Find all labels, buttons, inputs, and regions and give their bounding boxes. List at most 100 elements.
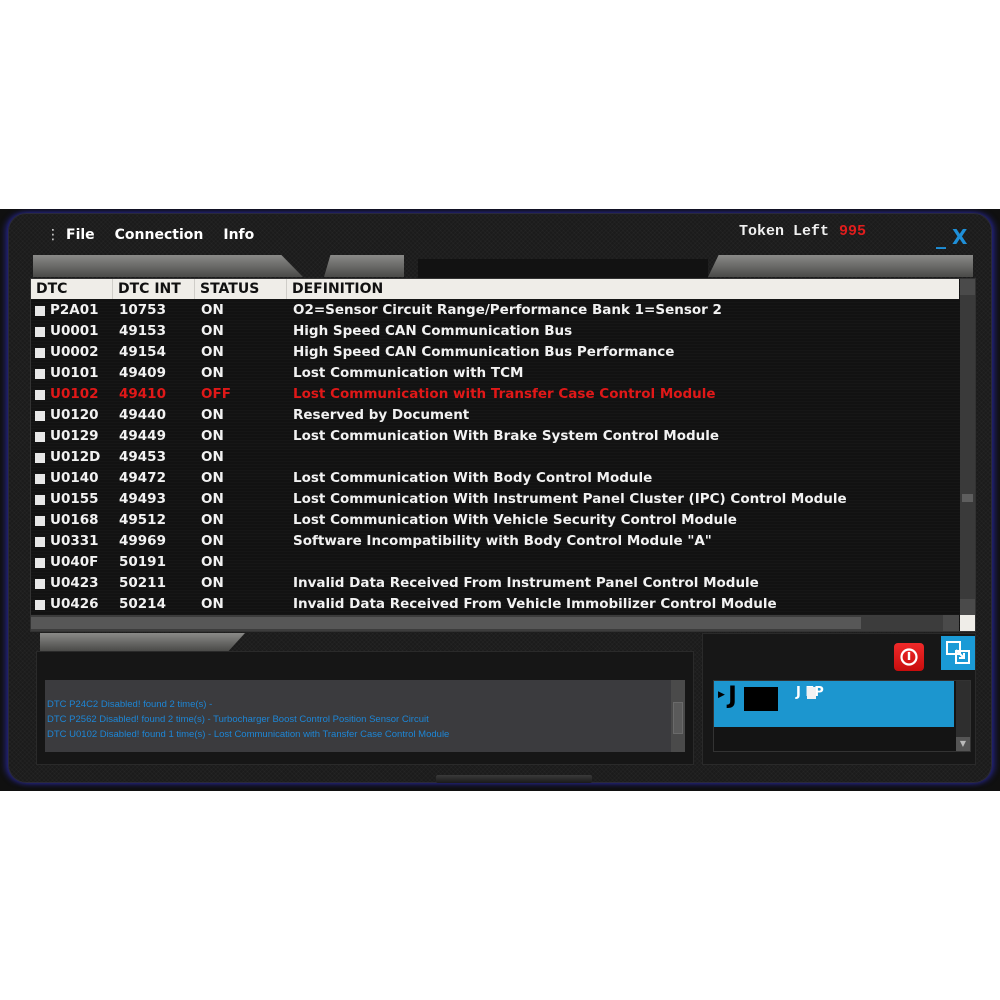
- row-checkbox[interactable]: [35, 494, 45, 505]
- dtc-int-cell: 49512: [119, 512, 166, 528]
- definition-cell: Lost Communication with TCM: [293, 365, 524, 381]
- menu-info[interactable]: Info: [223, 227, 254, 243]
- scroll-down-button[interactable]: [960, 599, 975, 615]
- table-row[interactable]: U0331 49969 ON Software Incompatibility wit…: [31, 531, 959, 552]
- menu-file[interactable]: File: [66, 227, 95, 243]
- status-cell: ON: [201, 302, 224, 318]
- vehicle-list-item[interactable]: ▶ J p J EP: [714, 681, 954, 727]
- dtc-cell: U0120: [31, 405, 113, 426]
- log-line: DTC U0102 Disabled! found 1 time(s) - Lo…: [47, 729, 450, 740]
- dtc-code: U0002: [50, 344, 99, 360]
- row-checkbox[interactable]: [35, 410, 45, 421]
- row-checkbox[interactable]: [35, 557, 45, 568]
- table-row[interactable]: U0423 50211 ON Invalid Data Received From I…: [31, 573, 959, 594]
- expand-arrow-icon[interactable]: ▶: [718, 690, 725, 700]
- resize-window-icon: [946, 641, 970, 664]
- column-header-dtc[interactable]: DTC: [31, 279, 113, 299]
- dtc-cell: U040F: [31, 552, 113, 573]
- status-cell: ON: [201, 533, 224, 549]
- table-row[interactable]: U0001 49153 ON High Speed CAN Communication…: [31, 321, 959, 342]
- horizontal-scrollbar[interactable]: [31, 615, 959, 631]
- minimize-button[interactable]: _: [936, 225, 946, 249]
- vehicle-list: ▶ J p J EP ▼: [713, 680, 971, 752]
- table-row[interactable]: U012D 49453 ON: [31, 447, 959, 468]
- column-header-dtc-int[interactable]: DTC INT: [113, 279, 195, 299]
- table-row[interactable]: U0002 49154 ON High Speed CAN Communication…: [31, 342, 959, 363]
- table-row[interactable]: U0140 49472 ON Lost Communication With Body…: [31, 468, 959, 489]
- log-scrollbar[interactable]: [671, 680, 685, 752]
- dtc-code: U0168: [50, 512, 99, 528]
- status-cell: ON: [201, 323, 224, 339]
- table-row[interactable]: P2A01 10753 ON O2=Sensor Circuit Range/Perf…: [31, 300, 959, 321]
- decorative-bevel: [708, 255, 973, 277]
- definition-cell: Software Incompatibility with Body Contr…: [293, 533, 712, 549]
- row-checkbox[interactable]: [35, 326, 45, 337]
- dtc-cell: U0102: [31, 384, 113, 405]
- decorative-band: [418, 259, 708, 279]
- expand-window-button[interactable]: [941, 636, 975, 670]
- dtc-int-cell: 49472: [119, 470, 166, 486]
- status-cell: ON: [201, 575, 224, 591]
- scroll-corner: [960, 615, 975, 631]
- row-checkbox[interactable]: [35, 578, 45, 589]
- row-checkbox[interactable]: [35, 473, 45, 484]
- table-row[interactable]: U0155 49493 ON Lost Communication With Inst…: [31, 489, 959, 510]
- definition-cell: O2=Sensor Circuit Range/Performance Bank…: [293, 302, 722, 318]
- definition-cell: [287, 552, 959, 573]
- window-controls: _ X: [936, 225, 967, 249]
- log-panel: DTC P24C2 Disabled! found 2 time(s) - DT…: [36, 651, 694, 765]
- grip-icon: ⋮: [46, 227, 60, 243]
- log-line: DTC P24C2 Disabled! found 2 time(s) -: [47, 699, 213, 710]
- status-cell: ON: [201, 470, 224, 486]
- scroll-right-button[interactable]: [943, 615, 959, 631]
- decorative-bevel: [324, 255, 404, 277]
- window-frame: ⋮ File Connection Info Token Left 995 _ X…: [8, 213, 992, 783]
- vehicle-list-scrollbar[interactable]: ▼: [956, 681, 970, 751]
- scroll-down-button[interactable]: ▼: [956, 737, 970, 751]
- row-checkbox[interactable]: [35, 431, 45, 442]
- table-row[interactable]: U0101 49409 ON Lost Communication with TCM: [31, 363, 959, 384]
- log-lines: DTC P24C2 Disabled! found 2 time(s) - DT…: [45, 697, 449, 742]
- row-checkbox[interactable]: [35, 599, 45, 610]
- column-header-definition[interactable]: DEFINITION: [287, 279, 959, 299]
- status-cell: ON: [201, 344, 224, 360]
- power-button[interactable]: [894, 643, 924, 671]
- scroll-up-button[interactable]: [960, 279, 975, 295]
- column-header-status[interactable]: STATUS: [195, 279, 287, 299]
- scroll-thumb[interactable]: [962, 494, 973, 502]
- table-row[interactable]: U0129 49449 ON Lost Communication With Brak…: [31, 426, 959, 447]
- table-row[interactable]: U0102 49410 OFF Lost Communication with Tra…: [31, 384, 959, 405]
- vertical-scrollbar[interactable]: [960, 279, 975, 615]
- row-checkbox[interactable]: [35, 368, 45, 379]
- dtc-code: U0331: [50, 533, 99, 549]
- close-button[interactable]: X: [952, 225, 967, 249]
- row-checkbox[interactable]: [35, 305, 45, 316]
- dtc-code: U0155: [50, 491, 99, 507]
- token-counter: Token Left 995: [739, 223, 866, 240]
- row-checkbox[interactable]: [35, 452, 45, 463]
- horizontal-scroll-thumb[interactable]: [31, 617, 861, 629]
- log-line: DTC P2562 Disabled! found 2 time(s) - Tu…: [47, 714, 429, 725]
- definition-cell: Reserved by Document: [293, 407, 470, 423]
- status-cell: ON: [201, 554, 224, 570]
- row-checkbox[interactable]: [35, 515, 45, 526]
- row-checkbox[interactable]: [35, 347, 45, 358]
- dtc-code: U0423: [50, 575, 99, 591]
- definition-cell: Lost Communication With Vehicle Security…: [293, 512, 737, 528]
- menu-connection[interactable]: Connection: [115, 227, 204, 243]
- log-scroll-thumb[interactable]: [673, 702, 683, 734]
- table-row[interactable]: U0426 50214 ON Invalid Data Received From V…: [31, 594, 959, 615]
- row-checkbox[interactable]: [35, 536, 45, 547]
- table-row[interactable]: U040F 50191 ON: [31, 552, 959, 573]
- dtc-int-cell: 49440: [119, 407, 166, 423]
- definition-cell: [287, 447, 959, 468]
- row-checkbox[interactable]: [35, 389, 45, 400]
- status-cell: ON: [201, 491, 224, 507]
- dtc-cell: U0001: [31, 321, 113, 342]
- dtc-int-cell: 49969: [119, 533, 166, 549]
- dtc-cell: U0002: [31, 342, 113, 363]
- table-row[interactable]: U0120 49440 ON Reserved by Document: [31, 405, 959, 426]
- vehicle-panel: ▶ J p J EP ▼: [702, 633, 976, 765]
- table-row[interactable]: U0168 49512 ON Lost Communication With Vehi…: [31, 510, 959, 531]
- definition-cell: High Speed CAN Communication Bus: [293, 323, 573, 339]
